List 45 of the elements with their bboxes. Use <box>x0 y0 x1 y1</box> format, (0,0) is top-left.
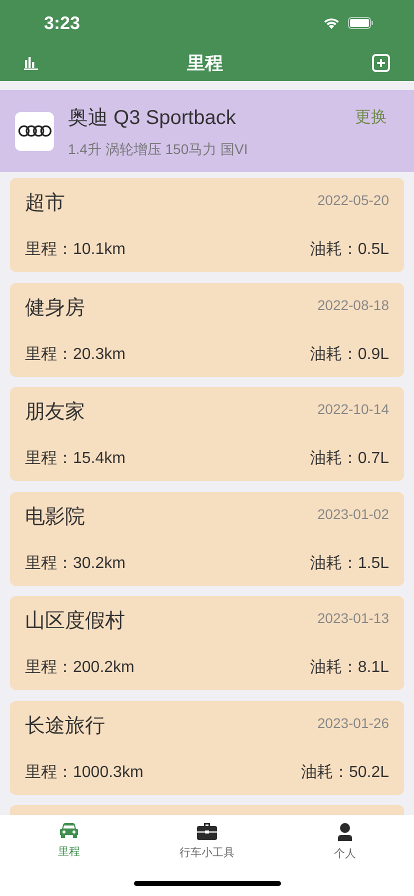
trip-date: 2023-01-26 <box>317 714 389 732</box>
bar-chart-icon[interactable] <box>24 56 38 70</box>
car-spec: 1.4升 涡轮增压 150马力 国VI <box>68 140 249 158</box>
fuel-usage: 油耗：8.1L <box>310 658 389 678</box>
nav-title: 里程 <box>187 52 223 75</box>
trip-distance: 里程：200.2km <box>25 658 134 678</box>
fuel-usage: 油耗：0.7L <box>310 448 389 469</box>
car-icon <box>59 823 79 839</box>
trip-distance: 里程：15.4km <box>25 449 126 469</box>
tab-item[interactable]: 行车小工具 <box>180 823 234 862</box>
trip-date: 2023-01-13 <box>317 609 389 628</box>
trip-date: 2022-05-20 <box>317 191 389 210</box>
car-name: 奥迪 Q3 Sportback <box>68 106 236 130</box>
trip-card[interactable]: 长途旅行 2023-01-26 里程：1000.3km 油耗：50.2L <box>10 700 404 794</box>
fuel-usage: 油耗：0.5L <box>310 240 389 260</box>
trip-name: 长途旅行 <box>25 714 105 738</box>
trip-name: 电影院 <box>25 504 85 530</box>
trip-card[interactable]: 山区度假村 2023-01-13 里程：200.2km 油耗：8.1L <box>10 596 404 690</box>
add-icon[interactable] <box>372 54 390 72</box>
trip-name: 朋友家 <box>25 400 85 425</box>
trip-card[interactable]: 健身房 2022-08-18 里程：20.3km 油耗：0.9L <box>10 282 404 376</box>
trip-date: 2022-08-18 <box>317 296 389 314</box>
trip-card[interactable]: 超市 2022-05-20 里程：10.1km 油耗：0.5L <box>10 178 404 272</box>
trip-distance: 里程：1000.3km <box>25 762 144 782</box>
person-icon <box>338 823 352 841</box>
rings-logo-icon <box>18 125 52 137</box>
battery-icon <box>348 16 374 28</box>
trip-card[interactable]: 电影院 2023-01-02 里程：30.2km 油耗：1.5L <box>10 492 404 586</box>
tab-item[interactable]: 个人 <box>334 823 356 862</box>
trip-card[interactable]: 朋友家 2022-10-14 里程：15.4km 油耗：0.7L <box>10 387 404 481</box>
trip-date: 2022-10-14 <box>317 400 389 419</box>
tab-item[interactable]: 里程 <box>58 823 80 860</box>
trip-distance: 里程：20.3km <box>25 344 126 364</box>
trip-distance: 里程：30.2km <box>25 554 126 574</box>
trip-name: 超市 <box>25 191 65 216</box>
toolbox-icon <box>197 823 217 840</box>
trip-name: 健身房 <box>25 296 85 320</box>
fuel-usage: 油耗：1.5L <box>310 554 389 574</box>
fuel-usage: 油耗：0.9L <box>310 344 389 364</box>
trip-date: 2023-01-02 <box>317 504 389 524</box>
fuel-usage: 油耗：50.2L <box>300 762 389 782</box>
wifi-icon <box>323 16 340 28</box>
status-time: 3:23 <box>44 12 80 34</box>
trip-distance: 里程：10.1km <box>25 240 126 260</box>
trip-name: 山区度假村 <box>25 609 125 634</box>
